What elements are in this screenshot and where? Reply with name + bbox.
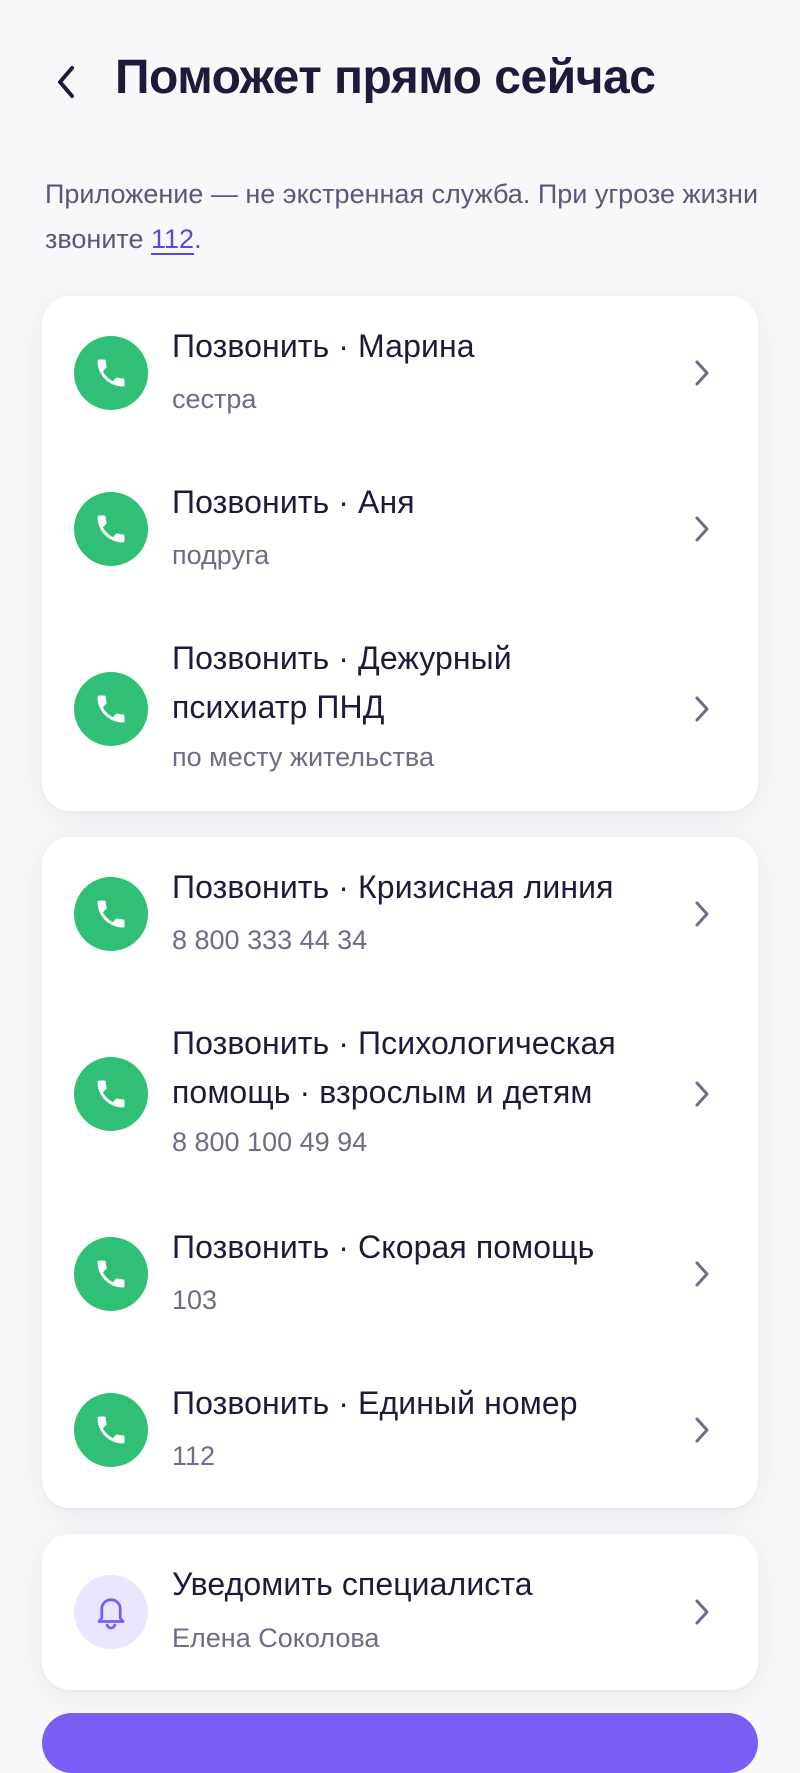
hotline-row-crisis[interactable]: Позвонить · Кризисная линия 8 800 333 44… — [42, 837, 758, 993]
contact-title: Позвонить · Аня — [172, 484, 415, 520]
contact-relation: по месту жительства — [172, 742, 434, 772]
phone-icon — [74, 1057, 148, 1131]
phone-icon — [74, 492, 148, 566]
personal-contacts-card: Позвонить · Марина сестра Позвонить · Ан… — [42, 296, 758, 811]
emergency-number-link[interactable]: 112 — [151, 224, 194, 254]
hotline-number: 103 — [172, 1285, 218, 1315]
contact-relation: подруга — [172, 540, 270, 570]
phone-icon — [74, 672, 148, 746]
specialist-name: Елена Соколова — [172, 1623, 380, 1653]
hotline-title: Позвонить · Скорая помощь — [172, 1229, 595, 1265]
chevron-right-icon — [690, 894, 714, 934]
contact-row-anya[interactable]: Позвонить · Аня подруга — [42, 452, 758, 608]
page-title: Поможет прямо сейчас — [115, 51, 656, 104]
disclaimer-period: . — [194, 224, 202, 254]
hotline-number: 112 — [172, 1441, 216, 1471]
chevron-right-icon — [690, 1074, 714, 1114]
top-bar: Поможет прямо сейчас — [0, 0, 800, 160]
chevron-left-icon — [58, 66, 74, 98]
chevron-right-icon — [690, 1410, 714, 1450]
hotline-row-unified[interactable]: Позвонить · Единый номер 112 — [42, 1353, 758, 1508]
chevron-right-icon — [690, 1592, 714, 1632]
chevron-right-icon — [690, 689, 714, 729]
chevron-right-icon — [690, 353, 714, 393]
notify-specialist-card: Уведомить специалиста Елена Соколова — [42, 1534, 758, 1690]
hotline-title: Позвонить · Кризисная линия — [172, 869, 614, 905]
primary-action-button[interactable] — [42, 1713, 758, 1773]
hotline-row-ambulance[interactable]: Позвонить · Скорая помощь 103 — [42, 1197, 758, 1353]
emergency-disclaimer: Приложение — не экстренная служба. При у… — [45, 172, 765, 262]
chevron-right-icon — [690, 1254, 714, 1294]
hotlines-card: Позвонить · Кризисная линия 8 800 333 44… — [42, 837, 758, 1508]
notify-specialist-row[interactable]: Уведомить специалиста Елена Соколова — [42, 1534, 758, 1690]
hotline-row-psych-help[interactable]: Позвонить · Психологическая помощь · взр… — [42, 993, 758, 1197]
hotline-number: 8 800 100 49 94 — [172, 1127, 368, 1157]
chevron-right-icon — [690, 509, 714, 549]
contact-title: Позвонить · Марина — [172, 328, 475, 364]
bell-icon — [74, 1575, 148, 1649]
notify-title: Уведомить специалиста — [172, 1566, 533, 1602]
phone-icon — [74, 877, 148, 951]
contact-row-psychiatrist[interactable]: Позвонить · Дежурный психиатр ПНД по мес… — [42, 608, 758, 811]
hotline-title: Позвонить · Единый номер — [172, 1385, 578, 1421]
phone-icon — [74, 336, 148, 410]
back-button[interactable] — [46, 58, 86, 106]
contact-title: Позвонить · Дежурный психиатр ПНД — [172, 640, 512, 725]
contact-row-marina[interactable]: Позвонить · Марина сестра — [42, 296, 758, 452]
phone-icon — [74, 1393, 148, 1467]
phone-icon — [74, 1237, 148, 1311]
hotline-title: Позвонить · Психологическая помощь · взр… — [172, 1025, 616, 1110]
hotline-number: 8 800 333 44 34 — [172, 925, 368, 955]
contact-relation: сестра — [172, 384, 257, 414]
